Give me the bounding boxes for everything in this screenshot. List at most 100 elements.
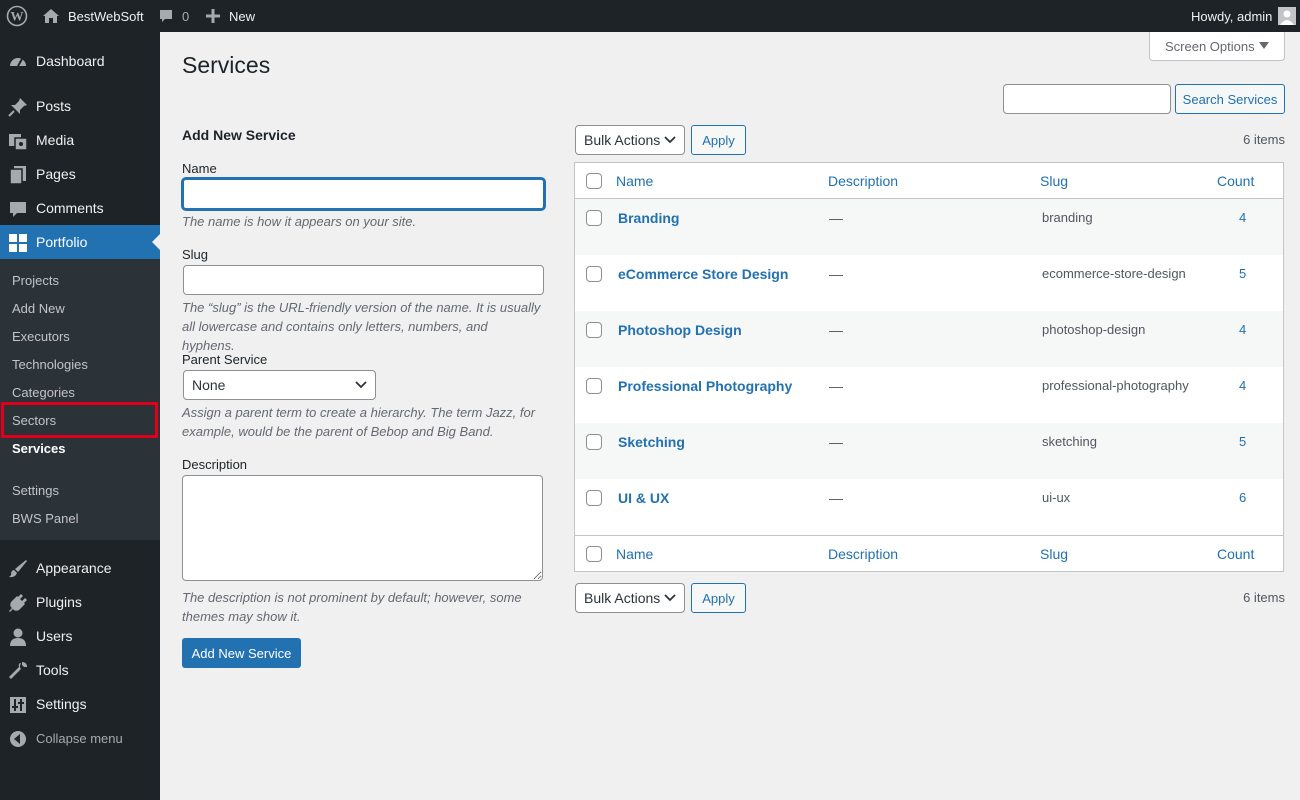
service-count-link[interactable]: 4 [1239, 322, 1246, 337]
wordpress-logo-icon[interactable]: W [6, 0, 28, 32]
menu-item-settings[interactable]: Settings [0, 687, 160, 721]
pin-icon [8, 97, 28, 117]
apply-button-bottom[interactable]: Apply [691, 583, 746, 613]
collapse-menu-button[interactable]: Collapse menu [0, 721, 160, 755]
menu-item-media[interactable]: Media [0, 123, 160, 157]
menu-label: Posts [36, 98, 72, 114]
submenu-item-settings[interactable]: Settings [12, 476, 59, 504]
column-footer-name[interactable]: Name [616, 546, 653, 562]
page-title: Services [182, 52, 271, 78]
column-header-slug[interactable]: Slug [1040, 173, 1068, 189]
menu-item-users[interactable]: Users [0, 619, 160, 653]
service-name-link[interactable]: Sketching [618, 434, 685, 450]
menu-item-posts[interactable]: Posts [0, 89, 160, 123]
name-input[interactable] [182, 178, 545, 210]
bulk-actions-select-bottom[interactable]: Bulk Actions [575, 583, 685, 613]
search-input[interactable] [1003, 84, 1171, 114]
submenu-item-technologies[interactable]: Technologies [12, 350, 88, 378]
row-checkbox[interactable] [586, 378, 602, 394]
comment-icon [8, 199, 28, 219]
menu-item-appearance[interactable]: Appearance [0, 551, 160, 585]
service-count-link[interactable]: 4 [1239, 378, 1246, 393]
row-checkbox[interactable] [586, 490, 602, 506]
grid-icon [8, 233, 28, 253]
row-checkbox[interactable] [586, 322, 602, 338]
row-checkbox[interactable] [586, 434, 602, 450]
menu-label: Plugins [36, 594, 82, 610]
table-row: Sketching — sketching 5 [575, 423, 1283, 479]
service-name-link[interactable]: UI & UX [618, 490, 669, 506]
account-menu[interactable]: Howdy, admin [1191, 0, 1297, 32]
screen-options-button[interactable]: Screen Options [1149, 32, 1285, 61]
submenu-item-bws-panel[interactable]: BWS Panel [12, 504, 78, 532]
menu-item-plugins[interactable]: Plugins [0, 585, 160, 619]
menu-label: Dashboard [36, 53, 105, 69]
menu-item-tools[interactable]: Tools [0, 653, 160, 687]
menu-item-comments[interactable]: Comments [0, 191, 160, 225]
plus-icon [206, 9, 220, 23]
menu-item-pages[interactable]: Pages [0, 157, 160, 191]
comments-count: 0 [182, 8, 190, 24]
submenu-item-services[interactable]: Services [12, 434, 66, 462]
new-label: New [229, 8, 256, 24]
settings-icon [8, 695, 28, 715]
menu-label: Pages [36, 166, 76, 182]
column-footer-description[interactable]: Description [828, 546, 898, 562]
parent-service-label: Parent Service [182, 352, 268, 367]
services-table: Name Description Slug Count Branding — b… [574, 162, 1284, 572]
service-count-link[interactable]: 5 [1239, 266, 1246, 281]
table-header: Name Description Slug Count [575, 163, 1283, 199]
portfolio-submenu: Projects Add New Executors Technologies … [0, 259, 160, 540]
row-checkbox[interactable] [586, 210, 602, 226]
description-label: Description [182, 457, 248, 472]
column-footer-count[interactable]: Count [1217, 546, 1254, 562]
column-header-count[interactable]: Count [1217, 173, 1254, 189]
pages-icon [8, 165, 28, 185]
comments-link[interactable]: 0 [158, 0, 189, 32]
service-slug: branding [1042, 210, 1093, 225]
bulk-actions-select-top[interactable]: Bulk Actions [575, 125, 685, 155]
service-slug: sketching [1042, 434, 1097, 449]
description-hint: The description is not prominent by defa… [182, 590, 522, 624]
slug-label: Slug [182, 247, 209, 262]
column-header-name[interactable]: Name [616, 173, 653, 189]
chevron-down-icon [664, 135, 676, 145]
service-name-link[interactable]: Professional Photography [618, 378, 792, 394]
column-footer-slug[interactable]: Slug [1040, 546, 1068, 562]
screen-options-label: Screen Options [1165, 38, 1255, 54]
slug-input[interactable] [183, 265, 544, 295]
collapse-icon [8, 729, 28, 749]
service-description: — [829, 378, 843, 394]
service-name-link[interactable]: Photoshop Design [618, 322, 742, 338]
new-content-link[interactable]: New [206, 0, 255, 32]
submenu-item-executors[interactable]: Executors [12, 322, 70, 350]
add-new-service-button[interactable]: Add New Service [182, 638, 301, 668]
parent-service-select[interactable]: None [183, 370, 376, 400]
menu-item-portfolio[interactable]: Portfolio [0, 225, 160, 259]
site-name-link[interactable]: BestWebSoft [42, 0, 144, 32]
select-all-checkbox-bottom[interactable] [586, 546, 602, 562]
name-hint: The name is how it appears on your site. [182, 214, 417, 229]
service-description: — [829, 322, 843, 338]
service-count-link[interactable]: 4 [1239, 210, 1246, 225]
service-name-link[interactable]: Branding [618, 210, 679, 226]
apply-button-top[interactable]: Apply [691, 125, 746, 155]
menu-label: Portfolio [36, 234, 88, 250]
column-header-description[interactable]: Description [828, 173, 898, 189]
dashboard-icon [8, 52, 28, 72]
bulk-actions-label: Bulk Actions [584, 132, 661, 148]
service-description: — [829, 490, 843, 506]
avatar [1278, 7, 1297, 25]
submenu-item-add-new[interactable]: Add New [12, 294, 65, 322]
submenu-item-projects[interactable]: Projects [12, 266, 59, 294]
menu-item-dashboard[interactable]: Dashboard [0, 44, 160, 78]
row-checkbox[interactable] [586, 266, 602, 282]
service-name-link[interactable]: eCommerce Store Design [618, 266, 788, 282]
service-count-link[interactable]: 6 [1239, 490, 1246, 505]
description-textarea[interactable] [182, 475, 543, 581]
select-all-checkbox[interactable] [586, 173, 602, 189]
service-count-link[interactable]: 5 [1239, 434, 1246, 449]
service-slug: photoshop-design [1042, 322, 1146, 337]
search-services-button[interactable]: Search Services [1175, 84, 1285, 114]
service-description: — [829, 434, 843, 450]
